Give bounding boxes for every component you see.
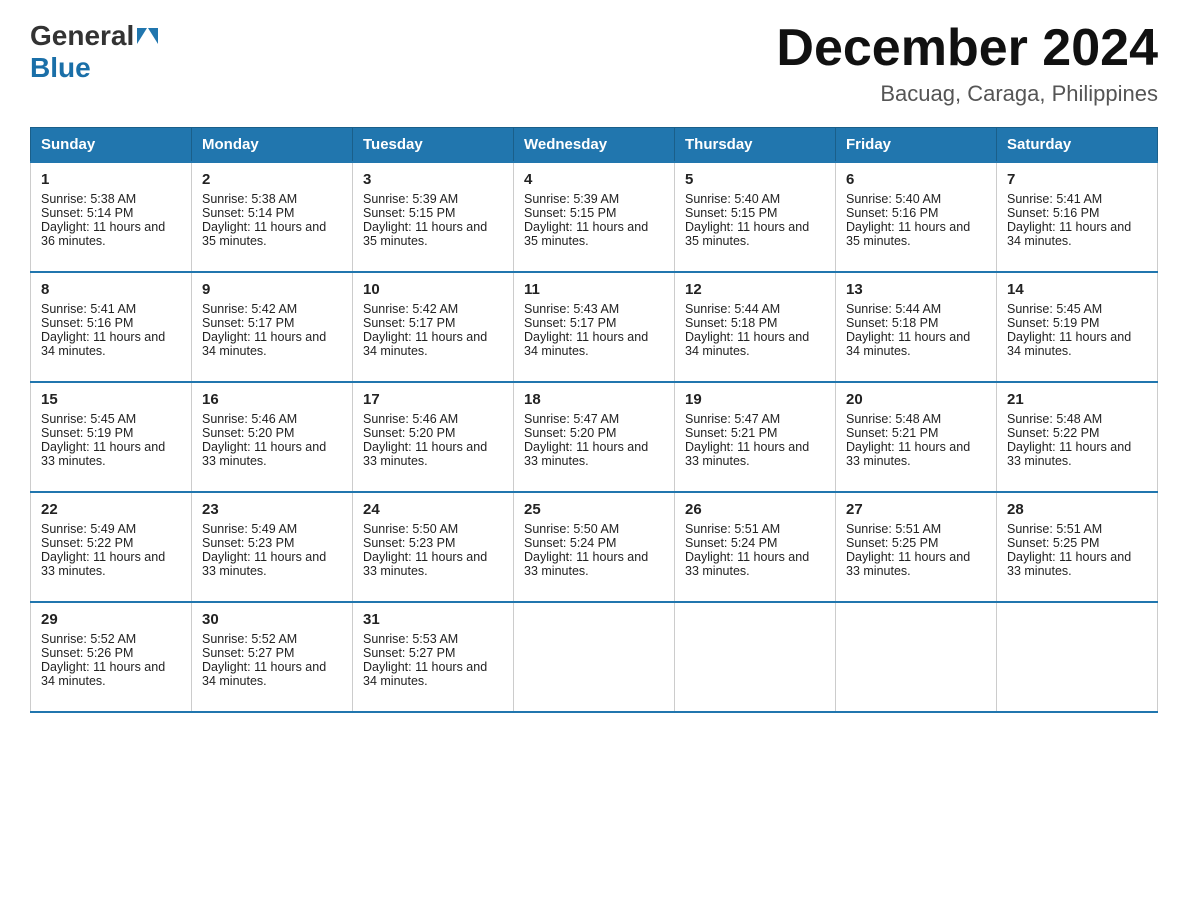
day-number: 6 <box>846 171 986 188</box>
day-number: 17 <box>363 391 503 408</box>
week-row-5: 29Sunrise: 5:52 AMSunset: 5:26 PMDayligh… <box>31 602 1158 712</box>
logo-triangle2-icon <box>148 28 158 44</box>
calendar-cell: 10Sunrise: 5:42 AMSunset: 5:17 PMDayligh… <box>353 272 514 382</box>
calendar-cell: 31Sunrise: 5:53 AMSunset: 5:27 PMDayligh… <box>353 602 514 712</box>
day-number: 3 <box>363 171 503 188</box>
day-number: 15 <box>41 391 181 408</box>
day-number: 18 <box>524 391 664 408</box>
week-row-1: 1Sunrise: 5:38 AMSunset: 5:14 PMDaylight… <box>31 162 1158 272</box>
header-row: SundayMondayTuesdayWednesdayThursdayFrid… <box>31 128 1158 163</box>
calendar-cell: 8Sunrise: 5:41 AMSunset: 5:16 PMDaylight… <box>31 272 192 382</box>
day-number: 22 <box>41 501 181 518</box>
header-cell-thursday: Thursday <box>675 128 836 163</box>
day-number: 20 <box>846 391 986 408</box>
week-row-4: 22Sunrise: 5:49 AMSunset: 5:22 PMDayligh… <box>31 492 1158 602</box>
logo: General Blue <box>30 20 158 84</box>
calendar-cell: 26Sunrise: 5:51 AMSunset: 5:24 PMDayligh… <box>675 492 836 602</box>
calendar-cell: 18Sunrise: 5:47 AMSunset: 5:20 PMDayligh… <box>514 382 675 492</box>
logo-triangle-icon <box>137 28 147 44</box>
calendar-cell: 5Sunrise: 5:40 AMSunset: 5:15 PMDaylight… <box>675 162 836 272</box>
day-number: 1 <box>41 171 181 188</box>
calendar-cell: 16Sunrise: 5:46 AMSunset: 5:20 PMDayligh… <box>192 382 353 492</box>
header-cell-tuesday: Tuesday <box>353 128 514 163</box>
day-number: 14 <box>1007 281 1147 298</box>
day-number: 7 <box>1007 171 1147 188</box>
day-number: 25 <box>524 501 664 518</box>
day-number: 8 <box>41 281 181 298</box>
calendar-cell: 6Sunrise: 5:40 AMSunset: 5:16 PMDaylight… <box>836 162 997 272</box>
header-cell-friday: Friday <box>836 128 997 163</box>
week-row-2: 8Sunrise: 5:41 AMSunset: 5:16 PMDaylight… <box>31 272 1158 382</box>
day-number: 21 <box>1007 391 1147 408</box>
title-section: December 2024 Bacuag, Caraga, Philippine… <box>776 20 1158 107</box>
calendar-cell: 25Sunrise: 5:50 AMSunset: 5:24 PMDayligh… <box>514 492 675 602</box>
calendar-cell: 1Sunrise: 5:38 AMSunset: 5:14 PMDaylight… <box>31 162 192 272</box>
header-cell-monday: Monday <box>192 128 353 163</box>
day-number: 28 <box>1007 501 1147 518</box>
day-number: 24 <box>363 501 503 518</box>
week-row-3: 15Sunrise: 5:45 AMSunset: 5:19 PMDayligh… <box>31 382 1158 492</box>
day-number: 13 <box>846 281 986 298</box>
day-number: 2 <box>202 171 342 188</box>
calendar-cell: 24Sunrise: 5:50 AMSunset: 5:23 PMDayligh… <box>353 492 514 602</box>
calendar-cell: 23Sunrise: 5:49 AMSunset: 5:23 PMDayligh… <box>192 492 353 602</box>
day-number: 23 <box>202 501 342 518</box>
calendar-cell: 27Sunrise: 5:51 AMSunset: 5:25 PMDayligh… <box>836 492 997 602</box>
day-number: 27 <box>846 501 986 518</box>
calendar-cell: 9Sunrise: 5:42 AMSunset: 5:17 PMDaylight… <box>192 272 353 382</box>
day-number: 5 <box>685 171 825 188</box>
header-cell-saturday: Saturday <box>997 128 1158 163</box>
month-title: December 2024 <box>776 20 1158 77</box>
page-header: General Blue December 2024 Bacuag, Carag… <box>30 20 1158 107</box>
day-number: 11 <box>524 281 664 298</box>
calendar-cell <box>514 602 675 712</box>
calendar-cell: 22Sunrise: 5:49 AMSunset: 5:22 PMDayligh… <box>31 492 192 602</box>
calendar-cell: 2Sunrise: 5:38 AMSunset: 5:14 PMDaylight… <box>192 162 353 272</box>
calendar-table: SundayMondayTuesdayWednesdayThursdayFrid… <box>30 127 1158 713</box>
calendar-cell: 20Sunrise: 5:48 AMSunset: 5:21 PMDayligh… <box>836 382 997 492</box>
calendar-cell <box>997 602 1158 712</box>
day-number: 30 <box>202 611 342 628</box>
calendar-cell: 29Sunrise: 5:52 AMSunset: 5:26 PMDayligh… <box>31 602 192 712</box>
calendar-cell <box>675 602 836 712</box>
calendar-cell: 7Sunrise: 5:41 AMSunset: 5:16 PMDaylight… <box>997 162 1158 272</box>
header-cell-wednesday: Wednesday <box>514 128 675 163</box>
calendar-body: 1Sunrise: 5:38 AMSunset: 5:14 PMDaylight… <box>31 162 1158 712</box>
calendar-cell <box>836 602 997 712</box>
day-number: 29 <box>41 611 181 628</box>
calendar-cell: 14Sunrise: 5:45 AMSunset: 5:19 PMDayligh… <box>997 272 1158 382</box>
day-number: 16 <box>202 391 342 408</box>
calendar-cell: 4Sunrise: 5:39 AMSunset: 5:15 PMDaylight… <box>514 162 675 272</box>
calendar-header: SundayMondayTuesdayWednesdayThursdayFrid… <box>31 128 1158 163</box>
logo-general-text: General <box>30 20 134 52</box>
calendar-cell: 12Sunrise: 5:44 AMSunset: 5:18 PMDayligh… <box>675 272 836 382</box>
location-title: Bacuag, Caraga, Philippines <box>776 81 1158 107</box>
calendar-cell: 3Sunrise: 5:39 AMSunset: 5:15 PMDaylight… <box>353 162 514 272</box>
day-number: 12 <box>685 281 825 298</box>
calendar-cell: 17Sunrise: 5:46 AMSunset: 5:20 PMDayligh… <box>353 382 514 492</box>
header-cell-sunday: Sunday <box>31 128 192 163</box>
day-number: 19 <box>685 391 825 408</box>
calendar-cell: 30Sunrise: 5:52 AMSunset: 5:27 PMDayligh… <box>192 602 353 712</box>
day-number: 9 <box>202 281 342 298</box>
calendar-cell: 15Sunrise: 5:45 AMSunset: 5:19 PMDayligh… <box>31 382 192 492</box>
day-number: 31 <box>363 611 503 628</box>
calendar-cell: 21Sunrise: 5:48 AMSunset: 5:22 PMDayligh… <box>997 382 1158 492</box>
calendar-cell: 11Sunrise: 5:43 AMSunset: 5:17 PMDayligh… <box>514 272 675 382</box>
calendar-cell: 13Sunrise: 5:44 AMSunset: 5:18 PMDayligh… <box>836 272 997 382</box>
calendar-cell: 28Sunrise: 5:51 AMSunset: 5:25 PMDayligh… <box>997 492 1158 602</box>
day-number: 10 <box>363 281 503 298</box>
calendar-cell: 19Sunrise: 5:47 AMSunset: 5:21 PMDayligh… <box>675 382 836 492</box>
day-number: 26 <box>685 501 825 518</box>
logo-blue-text: Blue <box>30 52 91 84</box>
day-number: 4 <box>524 171 664 188</box>
